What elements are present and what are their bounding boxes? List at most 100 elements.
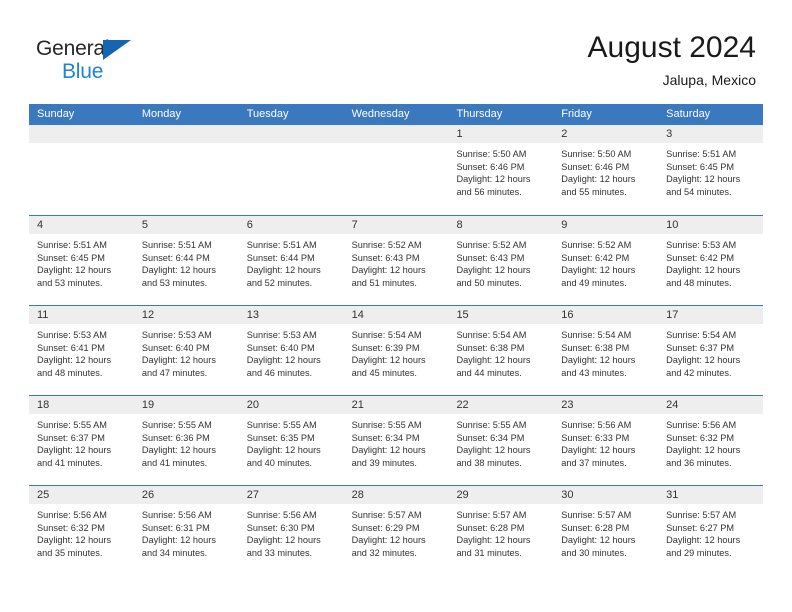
day-cell[interactable]: 19 Sunrise: 5:55 AM Sunset: 6:36 PM Dayligh…: [133, 396, 239, 485]
calendar-week-row: 11 Sunrise: 5:53 AM Sunset: 6:41 PM Dayligh…: [29, 305, 764, 395]
daylight-text-line1: Daylight: 12 hours: [456, 265, 531, 276]
day-details: Sunrise: 5:55 AM Sunset: 6:34 PM Daylight:…: [344, 414, 449, 469]
day-details: Sunrise: 5:52 AM Sunset: 6:43 PM Daylight:…: [344, 234, 449, 289]
day-number: 20: [246, 399, 259, 411]
day-details: Sunrise: 5:54 AM Sunset: 6:38 PM Daylight:…: [553, 324, 658, 379]
day-number: 1: [456, 128, 463, 140]
sunset-text: Sunset: 6:46 PM: [456, 161, 525, 172]
day-cell[interactable]: 21 Sunrise: 5:55 AM Sunset: 6:34 PM Dayligh…: [343, 396, 449, 485]
sunset-text: Sunset: 6:33 PM: [561, 432, 630, 443]
day-details: Sunrise: 5:56 AM Sunset: 6:33 PM Daylight:…: [553, 414, 658, 469]
day-cell[interactable]: 15 Sunrise: 5:54 AM Sunset: 6:38 PM Dayligh…: [448, 306, 554, 395]
day-cell[interactable]: 22 Sunrise: 5:55 AM Sunset: 6:34 PM Dayligh…: [448, 396, 554, 485]
daylight-text-line1: Daylight: 12 hours: [666, 265, 741, 276]
day-of-week-wednesday: Wednesday: [351, 108, 410, 120]
calendar-week-row: 18 Sunrise: 5:55 AM Sunset: 6:37 PM Dayligh…: [29, 395, 764, 485]
day-number-band: 9: [553, 216, 659, 234]
day-cell-empty: [29, 125, 134, 215]
day-number-band: 14: [343, 306, 449, 324]
day-cell[interactable]: 23 Sunrise: 5:56 AM Sunset: 6:33 PM Dayligh…: [553, 396, 659, 485]
day-of-week-sunday: Sunday: [37, 108, 75, 120]
sunset-text: Sunset: 6:40 PM: [246, 342, 315, 353]
sunrise-text: Sunrise: 5:51 AM: [37, 240, 107, 250]
day-details: Sunrise: 5:51 AM Sunset: 6:44 PM Daylight:…: [239, 234, 344, 289]
daylight-text-line1: Daylight: 12 hours: [37, 265, 112, 276]
sunrise-text: Sunrise: 5:56 AM: [37, 510, 107, 520]
sunrise-text: Sunrise: 5:56 AM: [561, 420, 632, 430]
sunrise-text: Sunrise: 5:53 AM: [666, 240, 737, 250]
sunrise-text: Sunrise: 5:56 AM: [246, 510, 317, 520]
day-cell[interactable]: 31 Sunrise: 5:57 AM Sunset: 6:27 PM Dayligh…: [658, 486, 764, 575]
daylight-text-line1: Daylight: 12 hours: [561, 265, 636, 276]
day-number: 2: [561, 128, 568, 140]
daylight-text-line2: and 34 minutes.: [141, 547, 208, 558]
day-cell[interactable]: 5 Sunrise: 5:51 AM Sunset: 6:44 PM Daylight…: [133, 216, 239, 305]
daylight-text-line2: and 52 minutes.: [246, 277, 313, 288]
day-number: 7: [351, 219, 358, 231]
day-number-band: 4: [29, 216, 134, 234]
day-cell[interactable]: 9 Sunrise: 5:52 AM Sunset: 6:42 PM Daylight…: [553, 216, 659, 305]
day-cell[interactable]: 16 Sunrise: 5:54 AM Sunset: 6:38 PM Dayligh…: [553, 306, 659, 395]
day-number: 19: [141, 399, 155, 411]
day-of-week-saturday: Saturday: [666, 108, 711, 120]
sunset-text: Sunset: 6:40 PM: [141, 342, 210, 353]
day-cell[interactable]: 29 Sunrise: 5:57 AM Sunset: 6:28 PM Dayligh…: [448, 486, 554, 575]
day-cell[interactable]: 11 Sunrise: 5:53 AM Sunset: 6:41 PM Dayligh…: [29, 306, 134, 395]
sunrise-text: Sunrise: 5:52 AM: [456, 240, 527, 250]
day-number-band: 8: [448, 216, 554, 234]
sunset-text: Sunset: 6:30 PM: [246, 522, 315, 533]
sunrise-text: Sunrise: 5:50 AM: [456, 149, 527, 159]
day-cell[interactable]: 27 Sunrise: 5:56 AM Sunset: 6:30 PM Dayligh…: [238, 486, 344, 575]
sunset-text: Sunset: 6:45 PM: [666, 161, 735, 172]
daylight-text-line1: Daylight: 12 hours: [141, 265, 216, 276]
daylight-text-line2: and 44 minutes.: [456, 367, 522, 378]
page-subtitle: Jalupa, Mexico: [662, 72, 756, 88]
day-number: 21: [351, 399, 364, 411]
day-details: Sunrise: 5:53 AM Sunset: 6:42 PM Daylight:…: [658, 234, 763, 289]
day-cell[interactable]: 12 Sunrise: 5:53 AM Sunset: 6:40 PM Dayligh…: [133, 306, 239, 395]
daylight-text-line2: and 30 minutes.: [561, 547, 627, 558]
page-title: August 2024: [587, 31, 756, 64]
day-details: Sunrise: 5:54 AM Sunset: 6:37 PM Daylight:…: [658, 324, 763, 379]
day-number: 11: [37, 309, 49, 321]
sunset-text: Sunset: 6:34 PM: [351, 432, 420, 443]
day-cell[interactable]: 30 Sunrise: 5:57 AM Sunset: 6:28 PM Dayligh…: [553, 486, 659, 575]
sunset-text: Sunset: 6:37 PM: [666, 342, 735, 353]
day-number: 16: [561, 309, 574, 321]
daylight-text-line2: and 53 minutes.: [37, 277, 103, 288]
day-details: Sunrise: 5:51 AM Sunset: 6:45 PM Daylight:…: [658, 143, 763, 198]
day-number-band: 11: [29, 306, 134, 324]
day-number: 27: [246, 489, 259, 501]
day-cell[interactable]: 10 Sunrise: 5:53 AM Sunset: 6:42 PM Dayligh…: [658, 216, 764, 305]
day-cell[interactable]: 28 Sunrise: 5:57 AM Sunset: 6:29 PM Dayligh…: [343, 486, 449, 575]
daylight-text-line2: and 31 minutes.: [456, 547, 522, 558]
sunset-text: Sunset: 6:32 PM: [37, 522, 105, 533]
sunset-text: Sunset: 6:28 PM: [561, 522, 630, 533]
sunrise-text: Sunrise: 5:54 AM: [666, 330, 737, 340]
day-cell[interactable]: 8 Sunrise: 5:52 AM Sunset: 6:43 PM Daylight…: [448, 216, 554, 305]
day-cell[interactable]: 3 Sunrise: 5:51 AM Sunset: 6:45 PM Daylight…: [658, 125, 764, 215]
day-cell[interactable]: 6 Sunrise: 5:51 AM Sunset: 6:44 PM Daylight…: [238, 216, 344, 305]
day-cell[interactable]: 2 Sunrise: 5:50 AM Sunset: 6:46 PM Daylight…: [553, 125, 659, 215]
day-number: 23: [561, 399, 574, 411]
day-number-band: 26: [133, 486, 239, 504]
day-details: Sunrise: 5:56 AM Sunset: 6:32 PM Daylight:…: [29, 504, 134, 559]
day-cell[interactable]: 4 Sunrise: 5:51 AM Sunset: 6:45 PM Daylight…: [29, 216, 134, 305]
day-number-band: 24: [658, 396, 764, 414]
day-cell[interactable]: 1 Sunrise: 5:50 AM Sunset: 6:46 PM Daylight…: [448, 125, 554, 215]
day-details: Sunrise: 5:50 AM Sunset: 6:46 PM Daylight:…: [448, 143, 553, 198]
sunrise-text: Sunrise: 5:51 AM: [141, 240, 212, 250]
day-cell[interactable]: 7 Sunrise: 5:52 AM Sunset: 6:43 PM Daylight…: [343, 216, 449, 305]
day-cell[interactable]: 20 Sunrise: 5:55 AM Sunset: 6:35 PM Dayligh…: [238, 396, 344, 485]
day-cell[interactable]: 25 Sunrise: 5:56 AM Sunset: 6:32 PM Dayligh…: [29, 486, 134, 575]
day-cell[interactable]: 17 Sunrise: 5:54 AM Sunset: 6:37 PM Dayligh…: [658, 306, 764, 395]
day-cell[interactable]: 18 Sunrise: 5:55 AM Sunset: 6:37 PM Dayligh…: [29, 396, 134, 485]
daylight-text-line2: and 41 minutes.: [141, 457, 208, 468]
sunrise-text: Sunrise: 5:57 AM: [351, 510, 422, 520]
day-cell[interactable]: 24 Sunrise: 5:56 AM Sunset: 6:32 PM Dayligh…: [658, 396, 764, 485]
day-number-band: 18: [29, 396, 134, 414]
day-cell[interactable]: 13 Sunrise: 5:53 AM Sunset: 6:40 PM Dayligh…: [238, 306, 344, 395]
daylight-text-line1: Daylight: 12 hours: [456, 445, 531, 456]
day-cell[interactable]: 26 Sunrise: 5:56 AM Sunset: 6:31 PM Dayligh…: [133, 486, 239, 575]
day-cell[interactable]: 14 Sunrise: 5:54 AM Sunset: 6:39 PM Dayligh…: [343, 306, 449, 395]
